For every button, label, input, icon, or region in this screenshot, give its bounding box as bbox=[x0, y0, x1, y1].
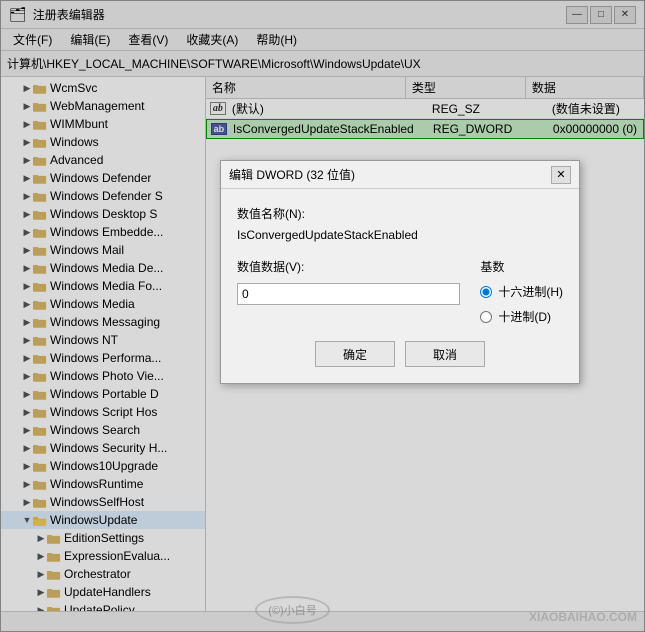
dialog-dec-label: 十进制(D) bbox=[498, 308, 551, 325]
dialog-data-label: 数值数据(V): bbox=[237, 258, 460, 275]
dialog-data-row: 数值数据(V): 基数 十六进制(H) 十进制(D) bbox=[237, 258, 563, 325]
dialog-close-button[interactable]: ✕ bbox=[551, 166, 571, 184]
dialog-name-value: IsConvergedUpdateStackEnabled bbox=[237, 226, 563, 244]
dialog-input-group: 数值数据(V): bbox=[237, 258, 460, 305]
dialog-radio-hex-label[interactable]: 十六进制(H) bbox=[480, 283, 563, 300]
dialog-title: 编辑 DWORD (32 位值) bbox=[229, 166, 355, 183]
dialog-buttons: 确定 取消 bbox=[237, 341, 563, 367]
edit-dword-dialog: 编辑 DWORD (32 位值) ✕ 数值名称(N): IsConvergedU… bbox=[220, 160, 580, 384]
dialog-title-bar: 编辑 DWORD (32 位值) ✕ bbox=[221, 161, 579, 189]
dialog-overlay: 编辑 DWORD (32 位值) ✕ 数值名称(N): IsConvergedU… bbox=[0, 0, 645, 632]
dialog-radio-dec[interactable] bbox=[480, 311, 492, 323]
dialog-data-input[interactable] bbox=[237, 283, 460, 305]
dialog-base-group: 基数 十六进制(H) 十进制(D) bbox=[480, 258, 563, 325]
dialog-name-label: 数值名称(N): bbox=[237, 205, 563, 222]
dialog-radio-group: 十六进制(H) 十进制(D) bbox=[480, 283, 563, 325]
dialog-cancel-button[interactable]: 取消 bbox=[405, 341, 485, 367]
dialog-radio-dec-label[interactable]: 十进制(D) bbox=[480, 308, 563, 325]
dialog-ok-button[interactable]: 确定 bbox=[315, 341, 395, 367]
dialog-base-label: 基数 bbox=[480, 258, 563, 275]
dialog-body: 数值名称(N): IsConvergedUpdateStackEnabled 数… bbox=[221, 189, 579, 383]
dialog-radio-hex[interactable] bbox=[480, 286, 492, 298]
dialog-hex-label: 十六进制(H) bbox=[498, 283, 563, 300]
